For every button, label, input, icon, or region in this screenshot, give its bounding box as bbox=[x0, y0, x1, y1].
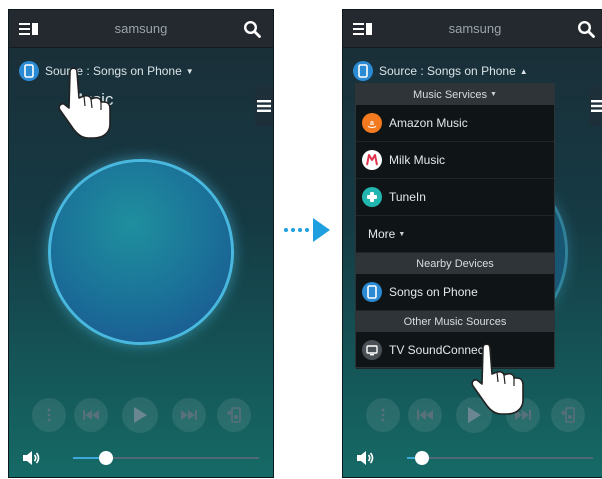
volume-slider[interactable] bbox=[407, 451, 593, 465]
next-icon bbox=[181, 410, 197, 420]
section-header-music-services: Music Services ▼ bbox=[356, 84, 554, 105]
search-icon[interactable] bbox=[243, 20, 261, 38]
more-options-button[interactable] bbox=[255, 86, 273, 126]
top-bar: samsung bbox=[343, 10, 602, 48]
speaker-add-icon bbox=[227, 407, 241, 423]
more-vertical-icon bbox=[381, 408, 385, 422]
source-item-label: Amazon Music bbox=[389, 116, 468, 130]
play-icon bbox=[134, 407, 147, 423]
tap-hand-icon bbox=[471, 343, 524, 415]
phone-icon bbox=[362, 282, 382, 302]
album-art[interactable] bbox=[51, 162, 231, 342]
tap-hand-icon bbox=[58, 67, 111, 139]
volume-icon[interactable] bbox=[357, 451, 375, 465]
tv-icon bbox=[362, 340, 382, 360]
chevron-down-icon: ▼ bbox=[398, 230, 406, 238]
transition-arrow-icon bbox=[284, 218, 330, 242]
previous-icon bbox=[417, 410, 433, 420]
volume-icon[interactable] bbox=[23, 451, 41, 465]
svg-text:a: a bbox=[370, 120, 374, 127]
speaker-group-button[interactable] bbox=[551, 398, 585, 432]
chevron-down-icon: ▼ bbox=[490, 91, 497, 98]
phone-screen-left: samsung Source : Songs on Phone ▼ Music bbox=[9, 10, 273, 477]
section-header-nearby-devices: Nearby Devices bbox=[356, 253, 554, 274]
top-bar: samsung bbox=[9, 10, 273, 48]
previous-icon bbox=[83, 410, 99, 420]
volume-control bbox=[343, 448, 602, 468]
play-button[interactable] bbox=[122, 397, 158, 433]
amazon-icon: a bbox=[362, 113, 382, 133]
more-button[interactable] bbox=[366, 398, 400, 432]
source-label: Source : Songs on Phone bbox=[379, 64, 516, 78]
more-button[interactable] bbox=[32, 398, 66, 432]
milk-icon bbox=[362, 150, 382, 170]
hamburger-icon bbox=[257, 100, 271, 112]
speaker-add-icon bbox=[561, 407, 575, 423]
source-item-label: Songs on Phone bbox=[389, 285, 478, 299]
hamburger-icon bbox=[591, 100, 602, 112]
playback-controls bbox=[9, 397, 273, 434]
phone-icon bbox=[19, 61, 39, 81]
source-item-milk-music[interactable]: Milk Music bbox=[356, 142, 554, 179]
previous-button[interactable] bbox=[408, 398, 442, 432]
more-services-button[interactable]: More ▼ bbox=[356, 216, 554, 253]
tunein-icon bbox=[362, 187, 382, 207]
app-title: samsung bbox=[448, 21, 502, 36]
section-header-other-music-sources: Other Music Sources bbox=[356, 311, 554, 332]
speaker-group-button[interactable] bbox=[217, 398, 251, 432]
more-options-button[interactable] bbox=[589, 86, 602, 126]
volume-knob[interactable] bbox=[414, 451, 429, 465]
source-item-tunein[interactable]: TuneIn bbox=[356, 179, 554, 216]
source-item-label: TuneIn bbox=[389, 190, 426, 204]
chevron-up-icon: ▲ bbox=[519, 66, 528, 76]
previous-button[interactable] bbox=[74, 398, 108, 432]
phone-screen-right: samsung Source : Songs on Phone ▲ Music … bbox=[343, 10, 602, 477]
chevron-down-icon: ▼ bbox=[185, 66, 194, 76]
phone-icon bbox=[353, 61, 373, 81]
source-item-songs-on-phone[interactable]: Songs on Phone bbox=[356, 274, 554, 311]
search-icon[interactable] bbox=[577, 20, 595, 38]
source-item-label: Milk Music bbox=[389, 153, 445, 167]
volume-knob[interactable] bbox=[99, 451, 114, 465]
more-vertical-icon bbox=[47, 408, 51, 422]
volume-control bbox=[9, 448, 273, 468]
source-item-amazon-music[interactable]: a Amazon Music bbox=[356, 105, 554, 142]
volume-slider[interactable] bbox=[73, 451, 259, 465]
app-title: samsung bbox=[114, 21, 168, 36]
source-selector[interactable]: Source : Songs on Phone ▲ bbox=[353, 60, 528, 82]
next-button[interactable] bbox=[172, 398, 206, 432]
source-dropdown: Music Services ▼ a Amazon Music Milk Mus… bbox=[355, 83, 555, 369]
